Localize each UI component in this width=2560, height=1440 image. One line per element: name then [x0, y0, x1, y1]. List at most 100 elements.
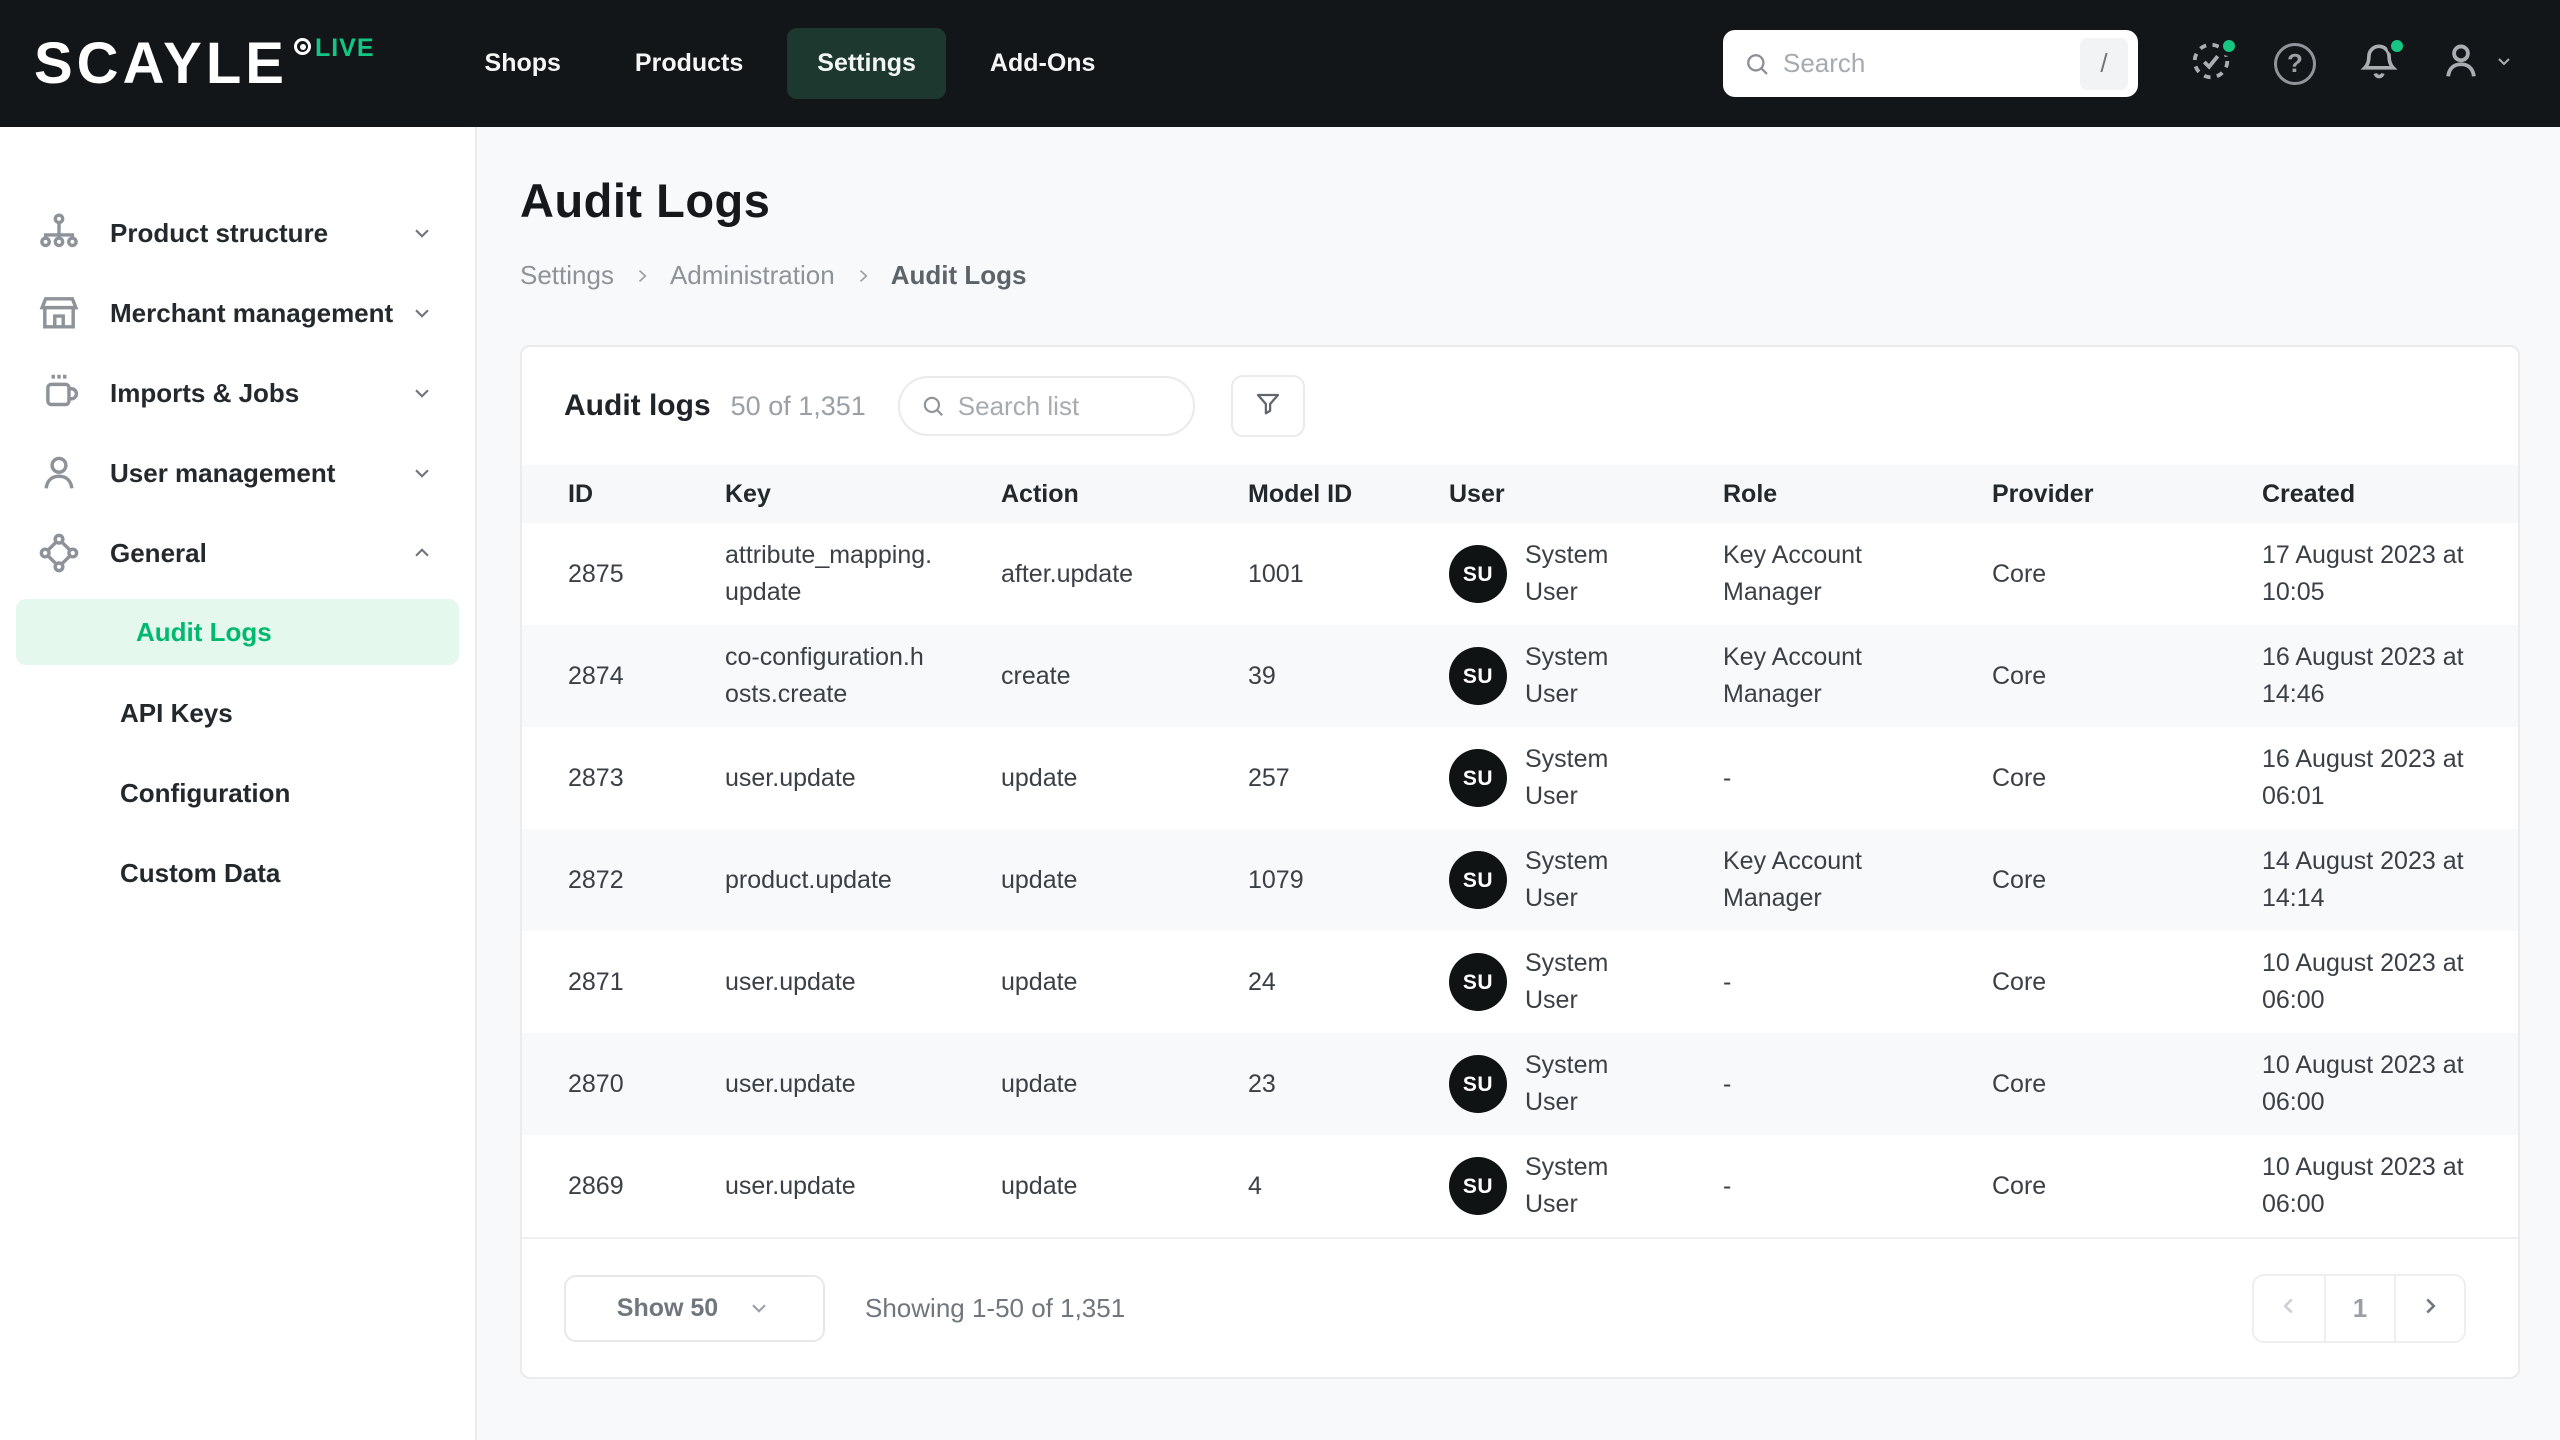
- help-button[interactable]: ?: [2270, 39, 2320, 89]
- cell-role: -: [1723, 967, 1732, 996]
- sidebar-item-label: General: [110, 537, 207, 568]
- user-avatar: SU: [1449, 1157, 1507, 1215]
- cell-user: SU System User: [1449, 1149, 1723, 1223]
- topbar: SCAYLE LIVE Shops Products Settings Add-…: [0, 0, 2560, 127]
- page-size-select[interactable]: Show 50: [564, 1274, 825, 1342]
- cell-action: create: [1001, 661, 1071, 690]
- notifications-button[interactable]: [2354, 35, 2407, 89]
- list-search[interactable]: [897, 376, 1195, 436]
- card-title: Audit logs: [564, 389, 711, 422]
- sidebar-item-general[interactable]: General: [0, 513, 475, 593]
- nav-tab-settings[interactable]: Settings: [787, 28, 946, 99]
- breadcrumb-settings[interactable]: Settings: [520, 260, 614, 291]
- nodes-icon: [36, 530, 82, 576]
- user-avatar: SU: [1449, 749, 1507, 807]
- cell-model-id: 24: [1248, 967, 1276, 996]
- breadcrumb-administration[interactable]: Administration: [670, 260, 835, 291]
- cell-provider: Core: [1992, 865, 2047, 894]
- chevron-right-icon: [632, 266, 652, 286]
- sidebar-item-product-structure[interactable]: Product structure: [0, 193, 475, 273]
- cell-key: attribute_mapping.update: [725, 541, 933, 606]
- column-header-action[interactable]: Action: [1001, 480, 1248, 509]
- status-button[interactable]: [2186, 35, 2239, 89]
- table-row[interactable]: 2872 product.update update 1079 SU Syste…: [522, 829, 2518, 931]
- main-nav: Shops Products Settings Add-Ons: [455, 28, 1126, 99]
- breadcrumb: Settings Administration Audit Logs: [520, 260, 2520, 291]
- audit-logs-card: Audit logs 50 of 1,351 ID Key Action: [520, 345, 2520, 1379]
- current-page-button[interactable]: 1: [2324, 1275, 2394, 1341]
- next-page-button[interactable]: [2394, 1275, 2464, 1341]
- column-header-role[interactable]: Role: [1723, 480, 1992, 509]
- cell-created: 14 August 2023 at 14:14: [2262, 847, 2464, 912]
- chevron-down-icon: [409, 220, 435, 246]
- cell-id: 2875: [568, 559, 624, 588]
- table-footer: Show 50 Showing 1-50 of 1,351 1: [522, 1237, 2518, 1377]
- mug-icon: [36, 370, 82, 416]
- table-header: ID Key Action Model ID User Role Provide…: [522, 465, 2518, 523]
- cell-key: product.update: [725, 865, 892, 894]
- search-icon: [920, 393, 946, 419]
- global-search[interactable]: /: [1723, 30, 2138, 97]
- sidebar-item-user-management[interactable]: User management: [0, 433, 475, 513]
- previous-page-button[interactable]: [2254, 1275, 2324, 1341]
- cell-action: update: [1001, 1171, 1078, 1200]
- sidebar-subitem-audit-logs[interactable]: Audit Logs: [16, 599, 459, 665]
- cell-role: -: [1723, 1069, 1732, 1098]
- column-header-provider[interactable]: Provider: [1992, 480, 2262, 509]
- cell-provider: Core: [1992, 661, 2047, 690]
- user-menu-button[interactable]: [2438, 38, 2516, 89]
- filter-button[interactable]: [1230, 375, 1305, 437]
- page-size-label: Show 50: [616, 1293, 719, 1322]
- sidebar-item-label: Merchant management: [110, 297, 394, 328]
- nav-tab-addons[interactable]: Add-Ons: [960, 28, 1126, 99]
- sidebar-item-merchant-management[interactable]: Merchant management: [0, 273, 475, 353]
- sidebar-subitem-configuration[interactable]: Configuration: [0, 753, 475, 833]
- column-header-id[interactable]: ID: [568, 480, 725, 509]
- chevron-down-icon: [409, 380, 435, 406]
- table-row[interactable]: 2869 user.update update 4 SU System User…: [522, 1135, 2518, 1237]
- cell-model-id: 23: [1248, 1069, 1276, 1098]
- sidebar-item-label: Product structure: [110, 217, 329, 248]
- sidebar-subitem-api-keys[interactable]: API Keys: [0, 673, 475, 753]
- user-name: System User: [1525, 541, 1609, 606]
- sidebar-subitem-custom-data[interactable]: Custom Data: [0, 833, 475, 913]
- table-row[interactable]: 2871 user.update update 24 SU System Use…: [522, 931, 2518, 1033]
- cell-provider: Core: [1992, 559, 2047, 588]
- cell-model-id: 39: [1248, 661, 1276, 690]
- cell-action: after.update: [1001, 559, 1134, 588]
- search-icon: [1743, 50, 1771, 78]
- cell-created: 10 August 2023 at 06:00: [2262, 1051, 2464, 1116]
- column-header-key[interactable]: Key: [725, 480, 1001, 509]
- global-search-input[interactable]: [1783, 48, 2080, 79]
- cell-key: user.update: [725, 967, 856, 996]
- table-row[interactable]: 2873 user.update update 257 SU System Us…: [522, 727, 2518, 829]
- user-avatar: SU: [1449, 545, 1507, 603]
- sidebar-item-imports-jobs[interactable]: Imports & Jobs: [0, 353, 475, 433]
- list-search-input[interactable]: [957, 390, 1175, 422]
- chevron-up-icon: [409, 540, 435, 566]
- chevron-down-icon: [409, 460, 435, 486]
- nav-tab-shops[interactable]: Shops: [455, 28, 591, 99]
- showing-text: Showing 1-50 of 1,351: [865, 1292, 1126, 1323]
- topbar-icons: ?: [2186, 35, 2516, 89]
- main-content: Audit Logs Settings Administration Audit…: [477, 127, 2560, 1440]
- column-header-user[interactable]: User: [1449, 480, 1723, 509]
- table-row[interactable]: 2870 user.update update 23 SU System Use…: [522, 1033, 2518, 1135]
- cell-user: SU System User: [1449, 1047, 1723, 1121]
- cell-id: 2873: [568, 763, 624, 792]
- cell-model-id: 4: [1248, 1171, 1262, 1200]
- user-name: System User: [1525, 643, 1609, 708]
- cell-action: update: [1001, 763, 1078, 792]
- card-header: Audit logs 50 of 1,351: [522, 347, 2518, 465]
- status-notification-dot: [2219, 35, 2239, 56]
- table-body: 2875 attribute_mapping.update after.upda…: [522, 523, 2518, 1237]
- cell-user: SU System User: [1449, 741, 1723, 815]
- column-header-created[interactable]: Created: [2262, 480, 2478, 509]
- table-row[interactable]: 2874 co-configuration.hosts.create creat…: [522, 625, 2518, 727]
- user-name: System User: [1525, 745, 1609, 810]
- table-row[interactable]: 2875 attribute_mapping.update after.upda…: [522, 523, 2518, 625]
- nav-tab-products[interactable]: Products: [605, 28, 773, 99]
- scayle-logo[interactable]: SCAYLE LIVE: [34, 31, 375, 96]
- chevron-left-icon: [2276, 1293, 2302, 1324]
- column-header-model-id[interactable]: Model ID: [1248, 480, 1449, 509]
